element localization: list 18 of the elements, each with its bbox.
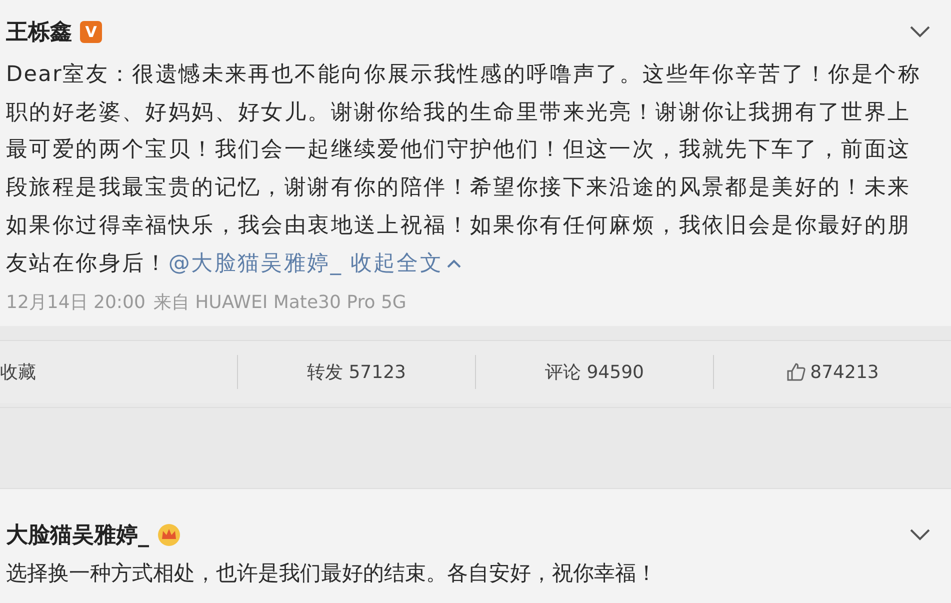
crown-icon (157, 523, 181, 547)
caret-up-icon (446, 258, 462, 270)
comment-text: 选择换一种方式相处，也许是我们最好的结束。各自安好，祝你幸福！ (6, 560, 658, 587)
post-text: Dear室友：很遗憾未来再也不能向你展示我性感的呼噜声了。这些年你辛苦了！你是个称职的好老婆、好妈妈、好女儿。谢谢你给我的生命里带来光亮！谢谢你让我拥有了世界上最可爱的两个宝贝！我们会一起继续爱他们守护他们！但这一次，我就先下车了，前面这段旅程是我最宝贵的记忆，谢谢有你的陪伴！希望你接下来沿途的风景都是美好的！未来如果你过得幸福快乐，我会由衷地送上祝福！如果你有任何麻烦，我依旧会是你最好的朋友站在你身后！@大脸猫吴雅婷_ 收起全文 (6, 61, 922, 278)
commenter-name[interactable]: 大脸猫吴雅婷_ (6, 520, 149, 550)
mention-link[interactable]: @大脸猫吴雅婷_ (168, 250, 342, 276)
action-button[interactable]: 转发 57123 (238, 341, 475, 403)
action-button[interactable]: 收藏 (0, 341, 237, 403)
verified-badge: V (80, 21, 102, 43)
chevron-down-icon[interactable] (909, 528, 931, 542)
post-source: 来自 HUAWEI Mate30 Pro 5G (153, 291, 406, 314)
thumbs-up-icon (786, 362, 806, 382)
like-button[interactable]: 874213 (714, 341, 951, 403)
post-time: 12月14日 20:00 (6, 291, 146, 314)
action-button[interactable]: 评论 94590 (476, 341, 713, 403)
collapse-link[interactable]: 收起全文 (350, 250, 462, 276)
author-name[interactable]: 王栎鑫 (6, 17, 72, 47)
chevron-down-icon[interactable] (909, 25, 931, 39)
